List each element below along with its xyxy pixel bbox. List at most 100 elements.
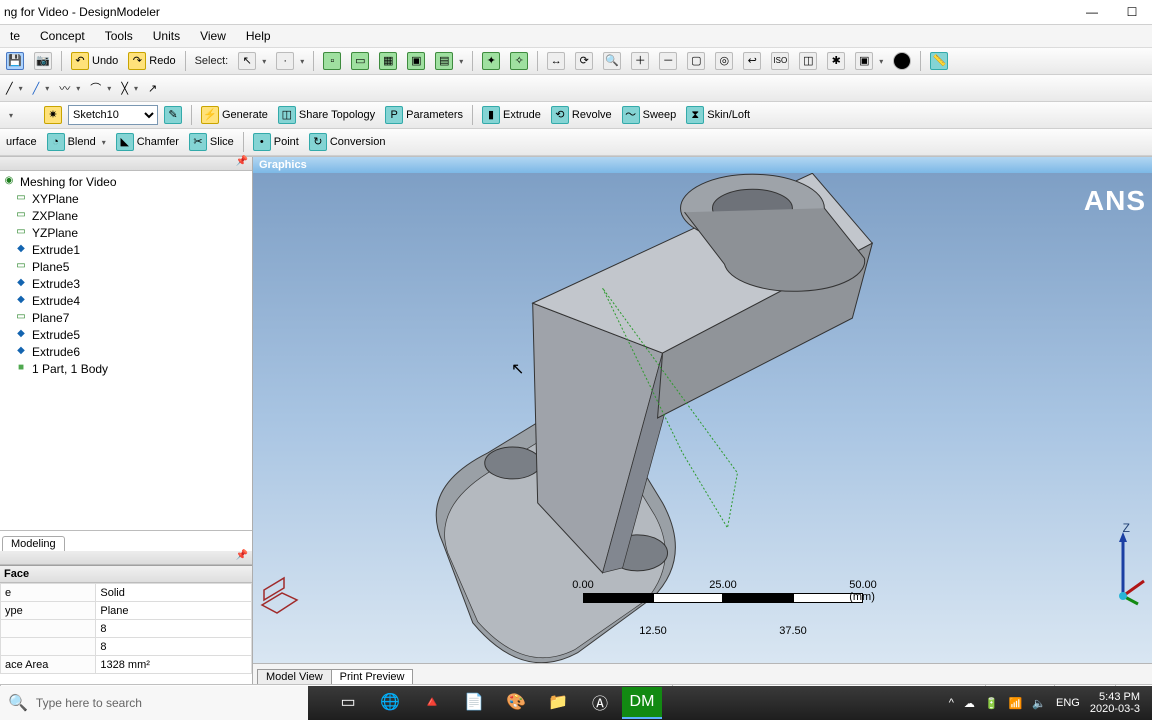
display-mode[interactable]: ▣ — [851, 50, 887, 72]
menu-help[interactable]: Help — [236, 25, 281, 47]
graphics-viewport[interactable]: ANS ↖ 0.00 25.00 50.00 (mm) — [253, 173, 1152, 663]
new-plane[interactable]: ✷ — [40, 104, 66, 126]
arc-tool[interactable]: ⌒ — [86, 77, 115, 99]
tray-battery-icon[interactable]: 🔋 — [985, 697, 999, 710]
skin-loft-button[interactable]: ⧗Skin/Loft — [682, 104, 754, 126]
sketch-combo[interactable]: Sketch10 — [68, 105, 158, 125]
select-vertices[interactable]: · — [272, 50, 308, 72]
zoom-rotate-light[interactable]: ✧ — [506, 50, 532, 72]
menu-create[interactable]: te — [0, 25, 30, 47]
poly-tool[interactable]: ╳ — [117, 77, 142, 99]
tree-item[interactable]: Extrude6 — [0, 343, 252, 360]
redo-button[interactable]: ↷Redo — [124, 50, 179, 72]
details-value[interactable]: Plane — [96, 602, 252, 620]
surface-button[interactable]: urface — [2, 131, 41, 153]
zoom-in[interactable]: ＋ — [627, 50, 653, 72]
paint-icon[interactable]: 🎨 — [496, 687, 536, 719]
spline-tool[interactable]: 〰 — [55, 77, 84, 99]
tree-item[interactable]: Extrude5 — [0, 326, 252, 343]
details-pin-icon[interactable]: 📌 — [236, 550, 248, 561]
tray-cloud-icon[interactable]: ☁ — [964, 697, 975, 710]
tab-model-view[interactable]: Model View — [257, 669, 332, 684]
sweep-button[interactable]: 〜Sweep — [618, 104, 681, 126]
blend-button[interactable]: ◔Blend — [43, 131, 110, 153]
rotate-tool[interactable]: ⟳ — [571, 50, 597, 72]
tree-item[interactable]: Plane7 — [0, 309, 252, 326]
taskbar-search[interactable]: 🔍 Type here to search — [0, 686, 308, 720]
tree-item[interactable]: Plane5 — [0, 258, 252, 275]
vlc-icon[interactable]: 🔺 — [412, 687, 452, 719]
line-black[interactable]: ╱ — [2, 77, 27, 99]
tree-item[interactable]: 1 Part, 1 Body — [0, 360, 252, 377]
tray-clock[interactable]: 5:43 PM 2020-03-3 — [1090, 691, 1140, 715]
tree-root[interactable]: Meshing for Video — [0, 173, 252, 190]
tray-language[interactable]: ENG — [1056, 697, 1080, 709]
ansys-icon[interactable]: Ⓐ — [580, 687, 620, 719]
filter-points[interactable]: ▫ — [319, 50, 345, 72]
tray-chevron-up-icon[interactable]: ^ — [949, 697, 954, 709]
tree-item[interactable]: Extrude1 — [0, 241, 252, 258]
tab-print-preview[interactable]: Print Preview — [331, 669, 414, 684]
minimize-button[interactable]: — — [1072, 0, 1112, 24]
task-view-icon[interactable]: ▭ — [328, 687, 368, 719]
undo-button[interactable]: ↶Undo — [67, 50, 122, 72]
menu-units[interactable]: Units — [143, 25, 190, 47]
filter-edges[interactable]: ▭ — [347, 50, 373, 72]
print-button[interactable]: 📷 — [30, 50, 56, 72]
menu-concept[interactable]: Concept — [30, 25, 95, 47]
tree-item[interactable]: Extrude4 — [0, 292, 252, 309]
tree-item[interactable]: Extrude3 — [0, 275, 252, 292]
details-view[interactable]: Face eSolidypePlane88ace Area1328 mm² — [0, 565, 252, 684]
system-tray[interactable]: ^ ☁ 🔋 📶 🔈 ENG 5:43 PM 2020-03-3 — [949, 691, 1152, 715]
zoom-fit[interactable]: ✦ — [478, 50, 504, 72]
zoom-box[interactable]: 🔍 — [599, 50, 625, 72]
share-topology-button[interactable]: ◫Share Topology — [274, 104, 379, 126]
point-button[interactable]: •Point — [249, 131, 303, 153]
filter-faces[interactable]: ▦ — [375, 50, 401, 72]
menu-tools[interactable]: Tools — [95, 25, 143, 47]
orientation-triad[interactable]: Z — [1098, 521, 1148, 611]
select-cursor[interactable]: ↖ — [234, 50, 270, 72]
line-blue[interactable]: ╱ — [29, 77, 54, 99]
maximize-button[interactable]: ☐ — [1112, 0, 1152, 24]
ruler-button[interactable]: 📏 — [926, 50, 952, 72]
tree-item[interactable]: YZPlane — [0, 224, 252, 241]
menu-view[interactable]: View — [190, 25, 236, 47]
generate-button[interactable]: ⚡Generate — [197, 104, 272, 126]
extend-selection[interactable]: ▤ — [431, 50, 467, 72]
chamfer-button[interactable]: ◣Chamfer — [112, 131, 183, 153]
zoom-out[interactable]: － — [655, 50, 681, 72]
conversion-button[interactable]: ↻Conversion — [305, 131, 390, 153]
tree-item[interactable]: XYPlane — [0, 190, 252, 207]
revolve-button[interactable]: ⟲Revolve — [547, 104, 616, 126]
save-button[interactable]: 💾 — [2, 50, 28, 72]
tab-modeling[interactable]: Modeling — [2, 536, 65, 551]
plane-dropdown[interactable] — [2, 104, 38, 126]
palette-button[interactable] — [889, 50, 915, 72]
previous-view[interactable]: ↩ — [739, 50, 765, 72]
notepad-icon[interactable]: 📄 — [454, 687, 494, 719]
new-sketch[interactable]: ✎ — [160, 104, 186, 126]
details-value[interactable]: 1328 mm² — [96, 656, 252, 674]
zoom-area[interactable]: ▢ — [683, 50, 709, 72]
pan-tool[interactable]: ↔ — [543, 50, 569, 72]
tray-volume-icon[interactable]: 🔈 — [1032, 697, 1046, 710]
slice-button[interactable]: ✂Slice — [185, 131, 238, 153]
details-value[interactable]: Solid — [96, 584, 252, 602]
pin-icon[interactable]: 📌 — [236, 156, 248, 167]
explorer-icon[interactable]: 📁 — [538, 687, 578, 719]
filter-bodies[interactable]: ▣ — [403, 50, 429, 72]
iso-button[interactable]: ISO — [767, 50, 793, 72]
designmodeler-icon[interactable]: DM — [622, 687, 662, 719]
show-coords[interactable]: ◫ — [795, 50, 821, 72]
section-plane-glyph[interactable] — [257, 575, 301, 619]
details-value[interactable]: 8 — [96, 620, 252, 638]
parameters-button[interactable]: PParameters — [381, 104, 467, 126]
chrome-icon[interactable]: 🌐 — [370, 687, 410, 719]
extrude-button[interactable]: ▮Extrude — [478, 104, 545, 126]
tree-item[interactable]: ZXPlane — [0, 207, 252, 224]
vector-tool[interactable]: ↗ — [144, 77, 161, 99]
tray-wifi-icon[interactable]: 📶 — [1009, 697, 1023, 710]
details-value[interactable]: 8 — [96, 638, 252, 656]
perspective[interactable]: ✱ — [823, 50, 849, 72]
